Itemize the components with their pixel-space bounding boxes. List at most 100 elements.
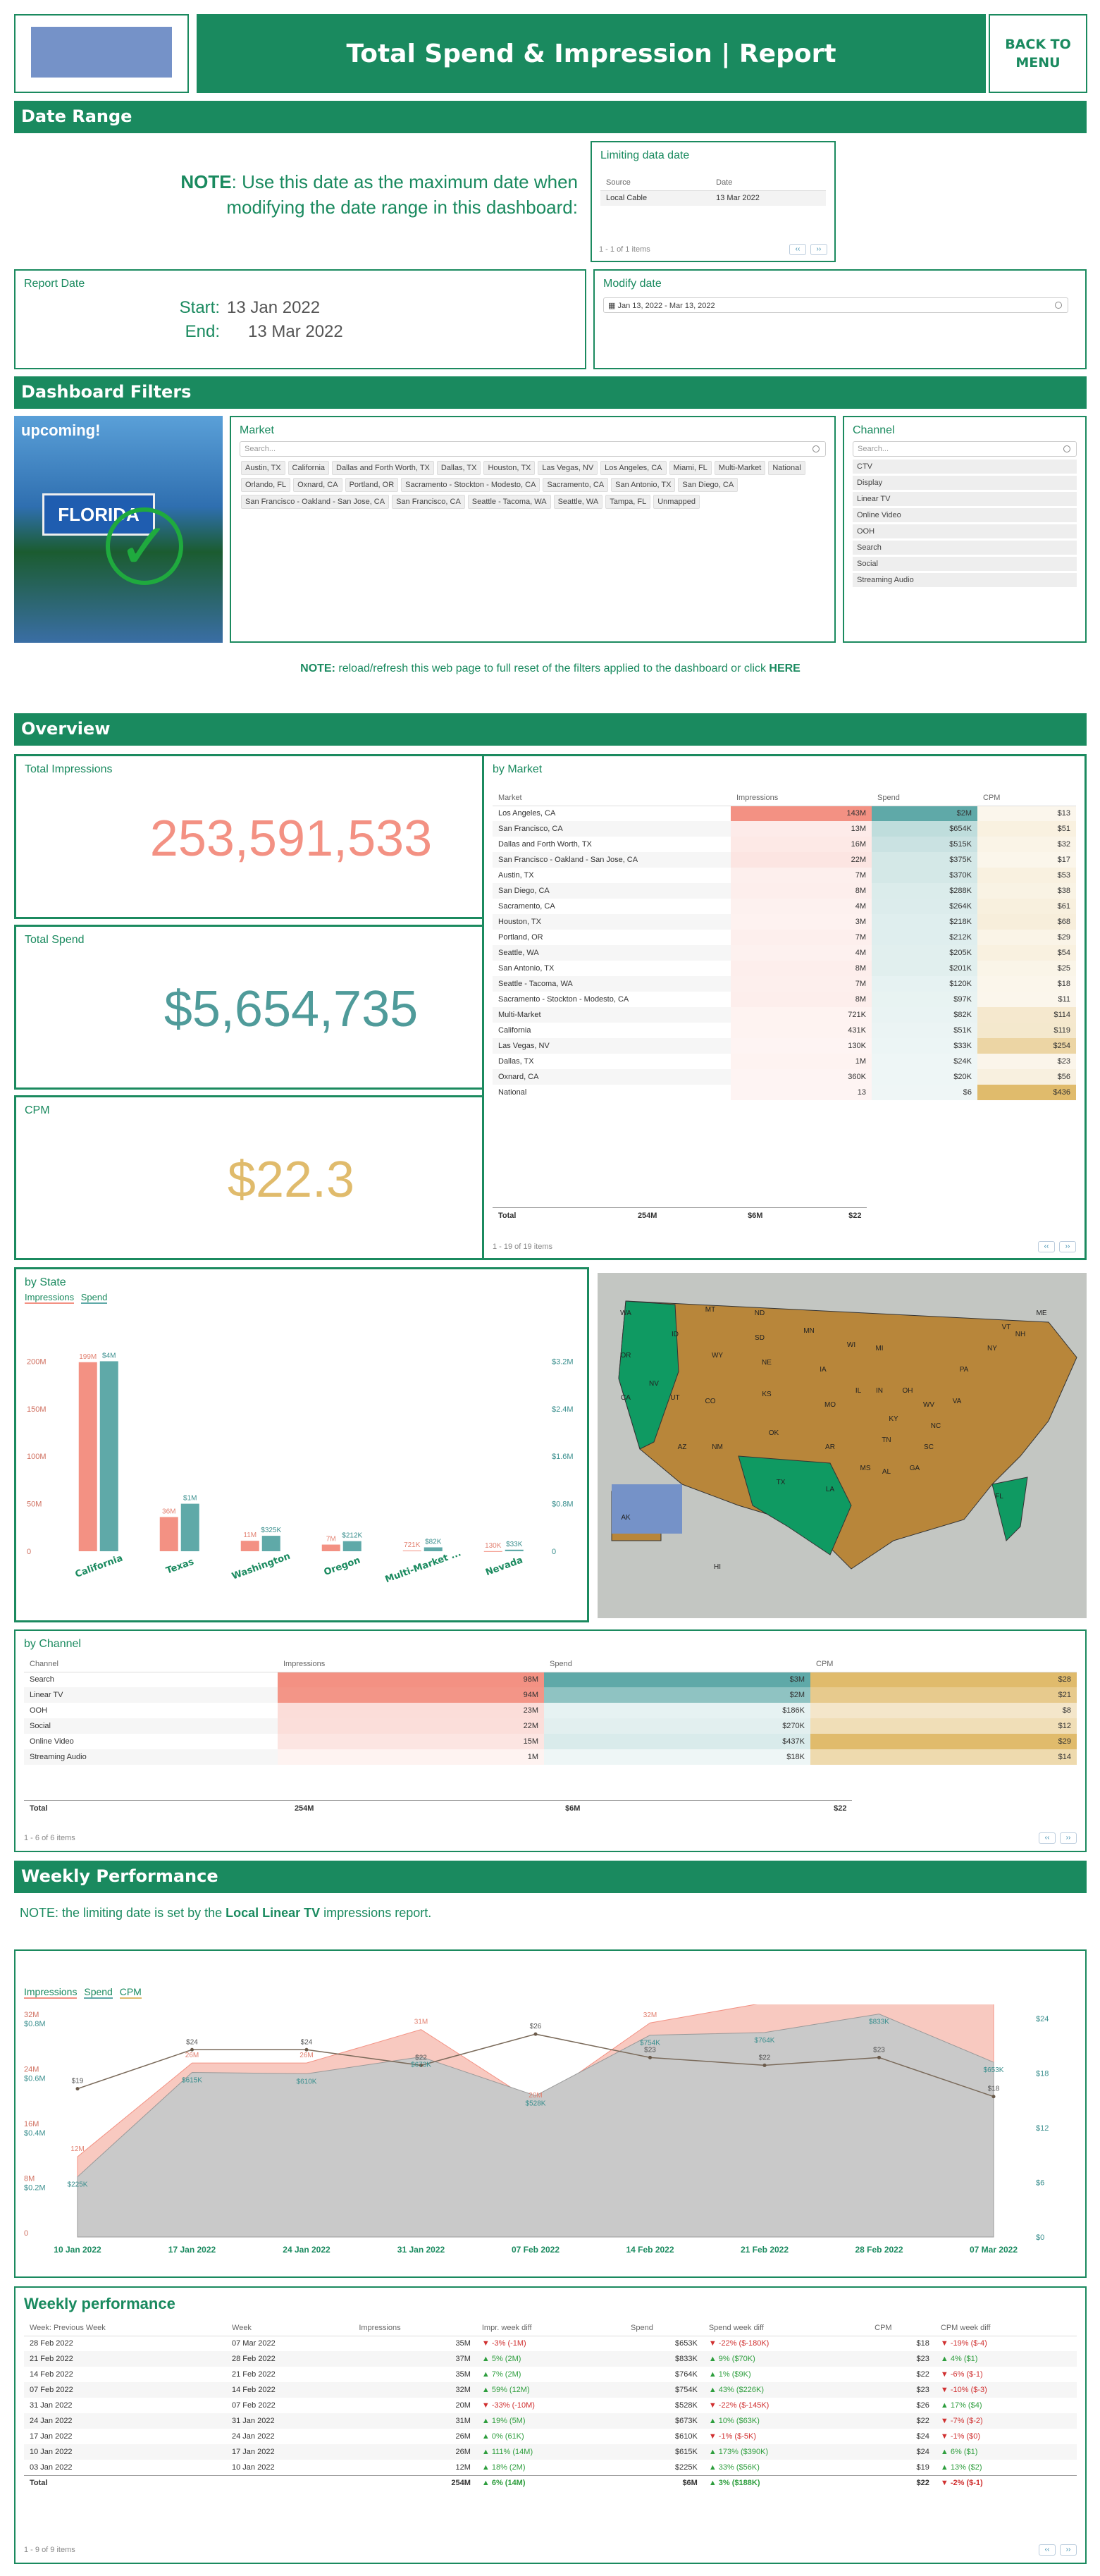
channel-row[interactable]: Online Video 15M $437K $29 <box>24 1734 1077 1749</box>
channel-item[interactable]: Display <box>853 476 1077 490</box>
channel-item[interactable]: Social <box>853 557 1077 571</box>
col-impressions[interactable]: Impressions <box>731 790 872 806</box>
weekly-col-header[interactable]: Spend <box>625 2320 703 2336</box>
channel-item[interactable]: Online Video <box>853 508 1077 522</box>
market-chip[interactable]: Sacramento, CA <box>543 478 609 492</box>
next-page-button[interactable]: ›› <box>1060 1832 1077 1844</box>
prev-page-button[interactable]: ‹‹ <box>1038 1241 1055 1252</box>
market-chip[interactable]: Oxnard, CA <box>293 478 342 492</box>
market-row[interactable]: Oxnard, CA 360K $20K $56 <box>493 1069 1076 1085</box>
weekly-col-header[interactable]: Week <box>226 2320 354 2336</box>
weekly-cell: 28 Feb 2022 <box>226 2351 354 2367</box>
market-row[interactable]: Las Vegas, NV 130K $33K $254 <box>493 1038 1076 1054</box>
channel-row[interactable]: OOH 23M $186K $8 <box>24 1703 1077 1718</box>
market-chip[interactable]: California <box>288 461 330 475</box>
col-impressions[interactable]: Impressions <box>278 1656 544 1672</box>
market-row[interactable]: National 13 $6 $436 <box>493 1085 1076 1100</box>
col-spend[interactable]: Spend <box>544 1656 810 1672</box>
back-to-menu-button[interactable]: BACK TO MENU <box>989 14 1087 93</box>
market-chip[interactable]: Seattle - Tacoma, WA <box>467 495 551 509</box>
channel-item[interactable]: OOH <box>853 524 1077 538</box>
next-page-button[interactable]: ›› <box>1059 1241 1076 1252</box>
weekly-col-header[interactable]: Spend week diff <box>703 2320 870 2336</box>
legend-impressions[interactable]: Impressions <box>24 1986 78 1999</box>
next-page-button[interactable]: ›› <box>810 244 827 255</box>
market-chip[interactable]: Tampa, FL <box>605 495 651 509</box>
col-cpm[interactable]: CPM <box>977 790 1076 806</box>
reset-here-link[interactable]: HERE <box>769 663 800 674</box>
channel-search-input[interactable]: Search... <box>853 441 1077 457</box>
weekly-col-header[interactable]: CPM week diff <box>934 2320 1077 2336</box>
weekly-table: Week: Previous Week Week Impressions Impr. … <box>24 2320 1077 2491</box>
market-chip[interactable]: Los Angeles, CA <box>600 461 667 475</box>
channel-cell: $28 <box>810 1672 1077 1687</box>
legend-spend[interactable]: Spend <box>80 1292 108 1304</box>
weekly-col-header[interactable]: CPM <box>869 2320 935 2336</box>
channel-row[interactable]: Streaming Audio 1M $18K $14 <box>24 1749 1077 1765</box>
market-chip[interactable]: Austin, TX <box>241 461 285 475</box>
market-chip[interactable]: Houston, TX <box>483 461 536 475</box>
prev-page-button[interactable]: ‹‹ <box>1039 1832 1056 1844</box>
channel-row[interactable]: Social 22M $270K $12 <box>24 1718 1077 1734</box>
col-spend[interactable]: Spend <box>872 790 977 806</box>
market-row[interactable]: Dallas, TX 1M $24K $23 <box>493 1054 1076 1069</box>
market-row[interactable]: Seattle, WA 4M $205K $54 <box>493 945 1076 961</box>
weekly-col-header[interactable]: Impr. week diff <box>476 2320 626 2336</box>
x-tick-label: Multi-Market ... <box>384 1548 463 1585</box>
prev-page-button[interactable]: ‹‹ <box>1039 2544 1056 2556</box>
market-row[interactable]: Dallas and Forth Worth, TX 16M $515K $32 <box>493 837 1076 852</box>
channel-item[interactable]: Search <box>853 541 1077 555</box>
legend-cpm[interactable]: CPM <box>119 1986 142 1999</box>
channel-row[interactable]: Search 98M $3M $28 <box>24 1672 1077 1687</box>
market-chip[interactable]: Dallas and Forth Worth, TX <box>332 461 434 475</box>
prev-page-button[interactable]: ‹‹ <box>789 244 806 255</box>
market-row[interactable]: Portland, OR 7M $212K $29 <box>493 930 1076 945</box>
weekly-col-header[interactable]: Impressions <box>353 2320 476 2336</box>
legend-spend[interactable]: Spend <box>84 1986 113 1999</box>
channel-row[interactable]: Linear TV 94M $2M $21 <box>24 1687 1077 1703</box>
market-chip[interactable]: Sacramento - Stockton - Modesto, CA <box>401 478 540 492</box>
market-row[interactable]: San Francisco - Oakland - San Jose, CA 22… <box>493 852 1076 868</box>
market-chip[interactable]: San Antonio, TX <box>611 478 676 492</box>
next-page-button[interactable]: ›› <box>1060 2544 1077 2556</box>
market-chip[interactable]: San Diego, CA <box>678 478 739 492</box>
market-row[interactable]: San Francisco, CA 13M $654K $51 <box>493 821 1076 837</box>
market-chip[interactable]: National <box>768 461 805 475</box>
market-chip[interactable]: Las Vegas, NV <box>538 461 598 475</box>
col-market[interactable]: Market <box>493 790 731 806</box>
date-range-picker[interactable]: ▦ Jan 13, 2022 - Mar 13, 2022 <box>603 297 1068 313</box>
market-chip[interactable]: San Francisco - Oakland - San Jose, CA <box>241 495 390 509</box>
market-search-input[interactable]: Search... <box>240 441 826 457</box>
col-channel[interactable]: Channel <box>24 1656 278 1672</box>
market-row[interactable]: Los Angeles, CA 143M $2M $13 <box>493 806 1076 821</box>
channel-table: Channel Impressions Spend CPM Search 98M $… <box>24 1656 1077 1765</box>
market-row[interactable]: Austin, TX 7M $370K $53 <box>493 868 1076 883</box>
market-chip[interactable]: Multi-Market <box>714 461 766 475</box>
diff-value: -22% ($-180K) <box>718 2339 770 2348</box>
channel-item[interactable]: CTV <box>853 460 1077 474</box>
market-row[interactable]: Multi-Market 721K $82K $114 <box>493 1007 1076 1023</box>
weekly-col-header[interactable]: Week: Previous Week <box>24 2320 227 2336</box>
market-row[interactable]: San Antonio, TX 8M $201K $25 <box>493 961 1076 976</box>
market-chip[interactable]: Seattle, WA <box>553 495 603 509</box>
market-row[interactable]: Sacramento - Stockton - Modesto, CA 8M $97… <box>493 992 1076 1007</box>
market-chip[interactable]: San Francisco, CA <box>392 495 465 509</box>
market-chip[interactable]: Miami, FL <box>669 461 712 475</box>
channel-item[interactable]: Linear TV <box>853 492 1077 506</box>
market-row[interactable]: Houston, TX 3M $218K $68 <box>493 914 1076 930</box>
col-source[interactable]: Source <box>600 175 711 191</box>
col-cpm[interactable]: CPM <box>810 1656 1077 1672</box>
market-chip[interactable]: Unmapped <box>653 495 700 509</box>
market-row[interactable]: California 431K $51K $119 <box>493 1023 1076 1038</box>
channel-item[interactable]: Streaming Audio <box>853 573 1077 587</box>
col-date[interactable]: Date <box>710 175 826 191</box>
market-cell: $25 <box>977 961 1076 976</box>
market-chip[interactable]: Orlando, FL <box>241 478 291 492</box>
legend-impressions[interactable]: Impressions <box>25 1292 75 1304</box>
market-row[interactable]: San Diego, CA 8M $288K $38 <box>493 883 1076 899</box>
market-chip[interactable]: Portland, OR <box>345 478 399 492</box>
market-chip[interactable]: Dallas, TX <box>436 461 481 475</box>
market-row[interactable]: Seattle - Tacoma, WA 7M $120K $18 <box>493 976 1076 992</box>
state-label: ME <box>1037 1309 1047 1317</box>
market-row[interactable]: Sacramento, CA 4M $264K $61 <box>493 899 1076 914</box>
